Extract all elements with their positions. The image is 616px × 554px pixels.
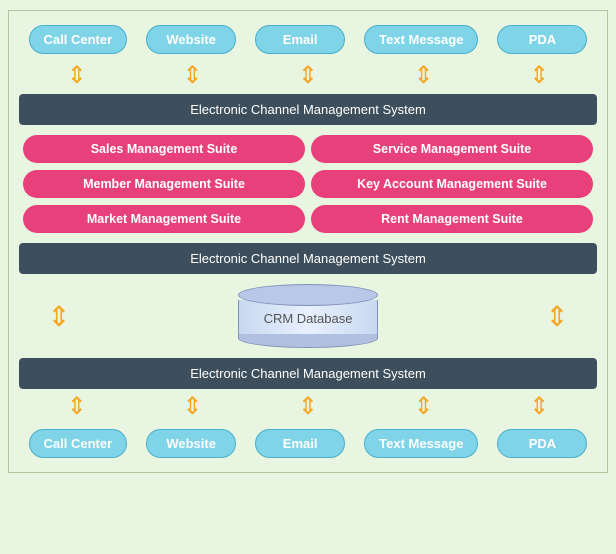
banner1: Electronic Channel Management System	[19, 94, 597, 125]
arrow-b3: ⇕	[263, 395, 353, 419]
top-email: Email	[255, 25, 345, 54]
bottom-call-center: Call Center	[29, 429, 128, 458]
main-container: Call Center Website Email Text Message P…	[8, 10, 608, 473]
arrow-b4: ⇕	[379, 395, 469, 419]
crm-arrow-right: ⇕	[527, 300, 587, 333]
sales-management-suite: Sales Management Suite	[23, 135, 305, 163]
service-management-suite: Service Management Suite	[311, 135, 593, 163]
banner3: Electronic Channel Management System	[19, 358, 597, 389]
arrow-3: ⇕	[263, 64, 353, 88]
bottom-email: Email	[255, 429, 345, 458]
arrow-b2: ⇕	[147, 395, 237, 419]
bottom-channel-row: Call Center Website Email Text Message P…	[19, 425, 597, 462]
arrow-b5: ⇕	[494, 395, 584, 419]
db-cylinder: CRM Database	[238, 284, 378, 348]
crm-arrow-left: ⇕	[29, 300, 89, 333]
top-call-center: Call Center	[29, 25, 128, 54]
top-text-message: Text Message	[364, 25, 478, 54]
suite-col-left: Sales Management Suite Member Management…	[23, 135, 305, 233]
bottom-text-message: Text Message	[364, 429, 478, 458]
market-management-suite: Market Management Suite	[23, 205, 305, 233]
arrow-5: ⇕	[494, 64, 584, 88]
top-website: Website	[146, 25, 236, 54]
db-top	[238, 284, 378, 306]
suite-col-right: Service Management Suite Key Account Man…	[311, 135, 593, 233]
rent-management-suite: Rent Management Suite	[311, 205, 593, 233]
bottom-pda: PDA	[497, 429, 587, 458]
arrow-2: ⇕	[147, 64, 237, 88]
bottom-arrow-row: ⇕ ⇕ ⇕ ⇕ ⇕	[19, 393, 597, 421]
arrow-1: ⇕	[32, 64, 122, 88]
db-bottom	[238, 334, 378, 348]
crm-section: ⇕ CRM Database ⇕	[19, 278, 597, 354]
member-management-suite: Member Management Suite	[23, 170, 305, 198]
arrow-4: ⇕	[379, 64, 469, 88]
suite-section: Sales Management Suite Member Management…	[19, 129, 597, 239]
top-pda: PDA	[497, 25, 587, 54]
crm-database: CRM Database	[97, 284, 519, 348]
banner2: Electronic Channel Management System	[19, 243, 597, 274]
bottom-website: Website	[146, 429, 236, 458]
top-arrow-row: ⇕ ⇕ ⇕ ⇕ ⇕	[19, 62, 597, 90]
key-account-management-suite: Key Account Management Suite	[311, 170, 593, 198]
top-channel-row: Call Center Website Email Text Message P…	[19, 21, 597, 58]
arrow-b1: ⇕	[32, 395, 122, 419]
